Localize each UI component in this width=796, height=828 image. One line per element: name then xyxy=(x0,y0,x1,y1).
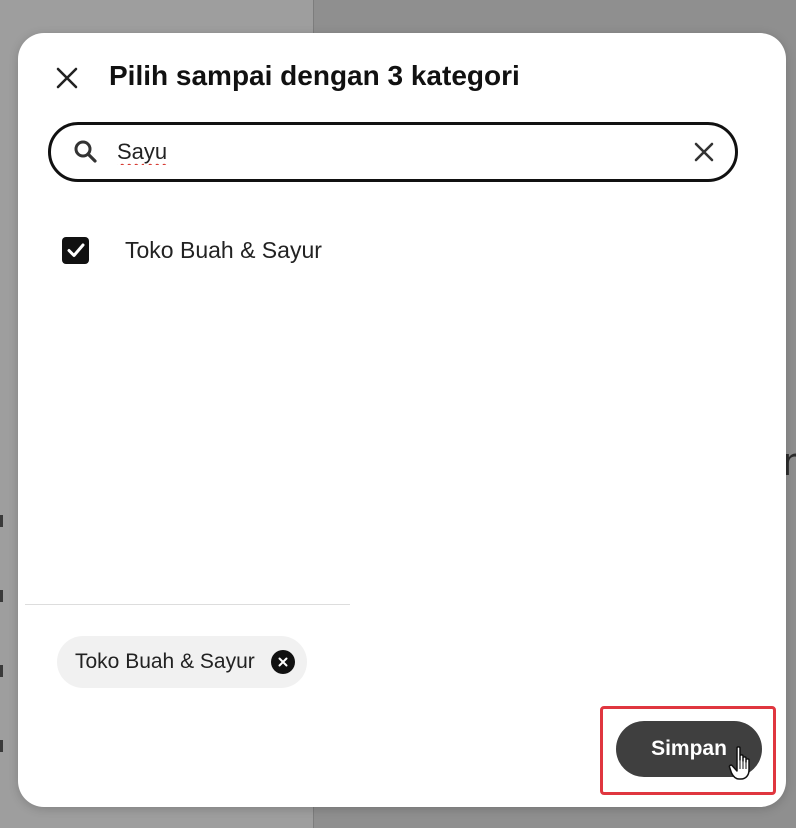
selected-category-chip: Toko Buah & Sayur xyxy=(57,636,307,688)
chip-label: Toko Buah & Sayur xyxy=(75,650,255,673)
close-dialog-button[interactable] xyxy=(52,63,82,93)
background-tick xyxy=(0,665,3,677)
background-tick xyxy=(0,740,3,752)
dialog-title: Pilih sampai dengan 3 kategori xyxy=(109,60,520,91)
search-input[interactable] xyxy=(117,133,677,171)
search-icon xyxy=(74,140,97,163)
save-button[interactable]: Simpan xyxy=(616,721,762,777)
clear-search-icon[interactable] xyxy=(691,139,717,165)
background-tick xyxy=(0,515,3,527)
checkbox-checked[interactable] xyxy=(62,236,89,264)
background-tick xyxy=(0,590,3,602)
category-picker-dialog: Pilih sampai dengan 3 kategori Toko Buah… xyxy=(18,33,786,807)
close-icon xyxy=(56,67,78,89)
result-item-label: Toko Buah & Sayur xyxy=(125,236,322,263)
result-item-toko-buah-sayur[interactable]: Toko Buah & Sayur xyxy=(62,231,422,269)
divider xyxy=(25,604,350,605)
checkmark-icon xyxy=(67,243,84,257)
close-icon xyxy=(278,657,288,667)
search-bar xyxy=(48,122,738,182)
chip-remove-button[interactable] xyxy=(270,650,295,674)
